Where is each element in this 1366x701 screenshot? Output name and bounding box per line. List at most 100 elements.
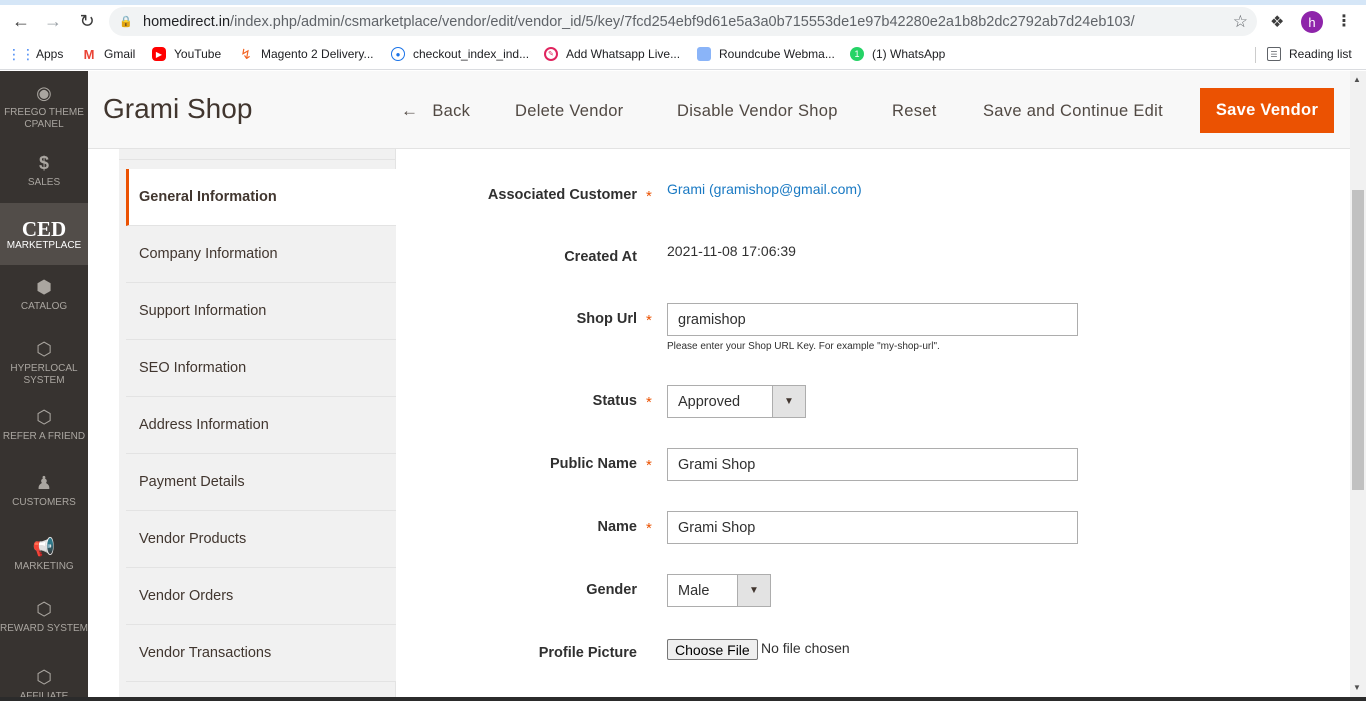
scroll-down-arrow-icon[interactable]: ▼ <box>1353 683 1361 692</box>
back-arrow-icon: ← <box>401 101 419 120</box>
profile-avatar[interactable]: h <box>1301 11 1323 33</box>
bookmark-magento[interactable]: ↯ Magento 2 Delivery... <box>239 45 373 63</box>
chevron-down-icon[interactable]: ▼ <box>737 575 770 606</box>
required-mark: * <box>646 188 652 205</box>
nav-catalog[interactable]: ⬢ CATALOG <box>0 277 88 313</box>
name-input[interactable]: Grami Shop <box>667 511 1078 544</box>
extensions-puzzle-icon[interactable]: ❖ <box>1270 12 1284 32</box>
public-name-input[interactable]: Grami Shop <box>667 448 1078 481</box>
scroll-up-arrow-icon[interactable]: ▲ <box>1353 75 1361 84</box>
status-selected-value: Approved <box>678 393 741 410</box>
bookmark-whatsapp-live[interactable]: ✎ Add Whatsapp Live... <box>544 45 680 63</box>
bookmarks-divider <box>1255 47 1256 63</box>
taskbar-edge <box>0 697 1366 701</box>
gender-label: Gender <box>586 582 637 598</box>
bookmark-roundcube[interactable]: Roundcube Webma... <box>697 45 835 63</box>
tab-company-information[interactable]: Company Information <box>126 226 396 283</box>
page-title: Grami Shop <box>103 93 253 124</box>
box-icon: ⬢ <box>36 277 52 297</box>
nav-freego-theme[interactable]: ◉ FREEGO THEME CPANEL <box>0 83 88 131</box>
shop-url-row: Shop Url <box>418 311 637 331</box>
browser-toolbar: ← → ↻ 🔒 homedirect.in/index.php/admin/cs… <box>0 5 1366 38</box>
apps-grid-icon: ⋮⋮ <box>7 45 35 62</box>
gmail-icon: M <box>83 46 95 62</box>
hexagon-icon: ⬡ <box>36 407 52 427</box>
nav-hyperlocal[interactable]: ⬡ HYPERLOCAL SYSTEM <box>0 339 88 387</box>
whatsapp-icon: 1 <box>850 47 864 61</box>
back-arrow-icon[interactable]: ← <box>7 7 35 35</box>
profile-picture-row: Profile Picture <box>418 645 637 665</box>
tab-address-information[interactable]: Address Information <box>126 397 396 454</box>
nav-refer-friend[interactable]: ⬡ REFER A FRIEND <box>0 407 88 443</box>
required-mark: * <box>646 457 652 474</box>
required-mark: * <box>646 312 652 329</box>
bookmark-whatsapp[interactable]: 1 (1) WhatsApp <box>850 45 945 63</box>
nav-reward-system[interactable]: ⬡ REWARD SYSTEM <box>0 599 88 635</box>
nav-marketing[interactable]: 📢 MARKETING <box>0 537 88 573</box>
tab-vendor-orders[interactable]: Vendor Orders <box>126 568 396 625</box>
url-text[interactable]: homedirect.in/index.php/admin/csmarketpl… <box>143 14 1135 30</box>
hexagon-icon: ⬡ <box>36 339 52 359</box>
reading-list[interactable]: ☰ Reading list <box>1267 45 1352 63</box>
nav-affiliate[interactable]: ⬡ AFFILIATE <box>0 667 88 701</box>
megaphone-icon: 📢 <box>32 537 56 557</box>
gender-row: Gender <box>418 582 637 602</box>
lock-icon: 🔒 <box>119 16 133 28</box>
name-label: Name <box>597 519 638 535</box>
target-icon: ◉ <box>36 83 52 103</box>
status-select[interactable]: Approved ▼ <box>667 385 806 418</box>
reset-button[interactable]: Reset <box>892 89 937 133</box>
disable-vendor-shop-button[interactable]: Disable Vendor Shop <box>677 89 838 133</box>
shop-url-input[interactable]: gramishop <box>667 303 1078 336</box>
person-icon: ♟ <box>35 473 53 493</box>
choose-file-button[interactable]: Choose File <box>667 639 758 660</box>
status-label: Status <box>592 393 637 409</box>
file-status-text: No file chosen <box>761 640 850 656</box>
status-row: Status <box>418 393 637 413</box>
save-continue-button[interactable]: Save and Continue Edit <box>983 89 1163 133</box>
scrollbar-thumb[interactable] <box>1352 190 1364 490</box>
admin-menu: ◉ FREEGO THEME CPANEL $ SALES CED MARKET… <box>0 71 88 701</box>
shop-url-note: Please enter your Shop URL Key. For exam… <box>667 341 940 352</box>
youtube-icon: ▶ <box>152 47 166 61</box>
associated-customer-label: Associated Customer <box>487 187 637 203</box>
vendor-edit-content: General Information Company Information … <box>88 149 1350 701</box>
bookmark-youtube[interactable]: ▶ YouTube <box>152 45 221 63</box>
magento-icon: ↯ <box>240 45 252 62</box>
hexagon-icon: ⬡ <box>36 667 52 687</box>
gender-select[interactable]: Male ▼ <box>667 574 771 607</box>
page-actions-header: Grami Shop ← Back Delete Vendor Disable … <box>88 71 1350 149</box>
vendor-tabs: General Information Company Information … <box>119 149 396 701</box>
tab-support-information[interactable]: Support Information <box>126 283 396 340</box>
bookmark-apps[interactable]: ⋮⋮ Apps <box>7 45 63 63</box>
tab-seo-information[interactable]: SEO Information <box>126 340 396 397</box>
browser-menu-icon[interactable]: ⋮ <box>1336 11 1352 31</box>
nav-sales[interactable]: $ SALES <box>0 153 88 189</box>
save-vendor-button[interactable]: Save Vendor <box>1200 88 1334 133</box>
hexagon-icon: ⬡ <box>36 599 52 619</box>
tab-vendor-transactions[interactable]: Vendor Transactions <box>126 625 396 682</box>
delete-vendor-button[interactable]: Delete Vendor <box>515 89 623 133</box>
associated-customer-row: Associated Customer <box>418 187 637 207</box>
tabs-divider <box>119 159 396 160</box>
nav-marketplace[interactable]: CED MARKETPLACE <box>0 203 88 265</box>
nav-customers[interactable]: ♟ CUSTOMERS <box>0 473 88 509</box>
required-mark: * <box>646 520 652 537</box>
whatsapp-live-icon: ✎ <box>544 47 558 61</box>
tab-general-information[interactable]: General Information <box>126 169 396 226</box>
bookmark-gmail[interactable]: M Gmail <box>82 45 136 63</box>
created-at-label: Created At <box>564 249 637 265</box>
bookmark-star-icon[interactable]: ☆ <box>1233 12 1248 32</box>
address-bar[interactable]: 🔒 homedirect.in/index.php/admin/csmarket… <box>109 7 1257 36</box>
public-name-label: Public Name <box>549 456 637 472</box>
reload-icon[interactable]: ↻ <box>73 7 101 35</box>
chevron-down-icon[interactable]: ▼ <box>772 386 805 417</box>
bookmark-checkout[interactable]: ● checkout_index_ind... <box>391 45 529 63</box>
tab-vendor-products[interactable]: Vendor Products <box>126 511 396 568</box>
forward-arrow-icon[interactable]: → <box>39 7 67 35</box>
gender-selected-value: Male <box>678 582 710 599</box>
tab-payment-details[interactable]: Payment Details <box>126 454 396 511</box>
back-button[interactable]: ← Back <box>401 89 470 133</box>
associated-customer-link[interactable]: Grami (gramishop@gmail.com) <box>667 181 862 197</box>
required-mark: * <box>646 394 652 411</box>
